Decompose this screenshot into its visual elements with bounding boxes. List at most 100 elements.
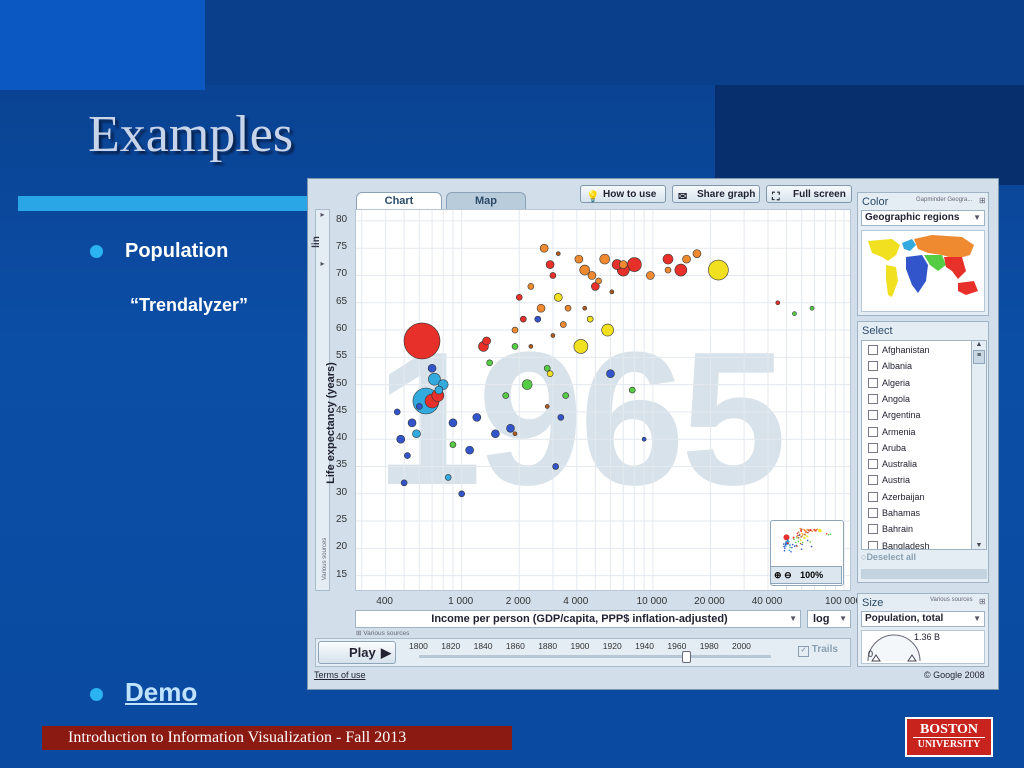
country-bubble[interactable] [557, 414, 565, 421]
country-bubble[interactable] [549, 272, 557, 279]
country-list[interactable]: Afghanistan Albania Algeria Angola Argentina… [861, 340, 987, 550]
country-list-item[interactable]: Azerbaijan [866, 490, 925, 505]
country-bubble[interactable] [582, 305, 588, 311]
country-bubble[interactable] [775, 300, 781, 306]
x-axis-indicator-dropdown[interactable]: Income per person (GDP/capita, PPP$ infl… [355, 610, 801, 628]
country-bubble[interactable] [574, 254, 584, 264]
y-scale-toggle[interactable]: lin [311, 232, 333, 252]
country-bubble[interactable] [692, 249, 702, 258]
country-bubble[interactable] [682, 254, 691, 264]
size-legend[interactable]: 1.36 B 0 [861, 630, 985, 664]
country-bubble[interactable] [515, 294, 523, 301]
terms-of-use-link[interactable]: Terms of use [314, 670, 366, 680]
country-bubble[interactable] [646, 271, 655, 280]
country-bubble[interactable] [396, 434, 406, 444]
country-bubble[interactable] [543, 364, 551, 372]
country-bubble[interactable] [599, 253, 611, 265]
country-list-item[interactable]: Argentina [866, 408, 921, 423]
country-list-item[interactable]: Afghanistan [866, 343, 930, 358]
country-bubble[interactable] [562, 392, 570, 399]
country-bubble[interactable] [506, 423, 515, 433]
country-bubble[interactable] [444, 474, 452, 481]
timeline-slider-handle[interactable] [682, 651, 692, 663]
scroll-down-icon[interactable]: ▼ [972, 542, 986, 549]
checkbox-icon[interactable] [868, 377, 878, 388]
country-bubble[interactable] [404, 452, 411, 459]
scroll-up-icon[interactable]: ▲ [972, 341, 986, 348]
country-bubble[interactable] [427, 363, 437, 373]
demo-link[interactable]: Demo [125, 677, 197, 708]
country-bubble[interactable] [412, 429, 421, 439]
checkbox-icon[interactable] [868, 540, 878, 549]
checkbox-icon[interactable] [868, 410, 878, 421]
checkbox-icon[interactable] [868, 508, 878, 518]
country-bubble[interactable] [511, 343, 519, 350]
scroll-thumb[interactable]: ≡ [973, 350, 985, 364]
country-bubble[interactable] [601, 323, 614, 337]
country-bubble[interactable] [465, 445, 474, 455]
country-bubble[interactable] [400, 479, 408, 487]
chart-plot-area[interactable]: 1965 ⊕ ⊖ 100% [355, 209, 851, 591]
size-dropdown[interactable]: Population, total ▼ [861, 611, 985, 627]
country-bubble[interactable] [486, 359, 493, 367]
full-screen-button[interactable]: ⛶ Full screen [766, 185, 852, 203]
y-arrow-icon-2[interactable]: ▸ [316, 259, 329, 271]
country-bubble[interactable] [560, 321, 567, 328]
country-list-item[interactable]: Bangladesh [866, 539, 930, 549]
country-bubble[interactable] [539, 243, 549, 253]
list-scrollbar[interactable]: ▲ ≡ ▼ [971, 341, 986, 549]
country-list-item[interactable]: Bahrain [866, 522, 913, 537]
deselect-all-button[interactable]: ○Deselect all [861, 552, 987, 566]
country-bubble[interactable] [595, 277, 602, 285]
checkbox-icon[interactable] [868, 491, 878, 502]
country-bubble[interactable] [403, 322, 441, 360]
checkbox-icon[interactable] [868, 345, 878, 355]
country-list-item[interactable]: Bahamas [866, 506, 920, 521]
country-bubble[interactable] [544, 404, 550, 409]
country-list-item[interactable]: Angola [866, 392, 910, 407]
country-bubble[interactable] [809, 305, 815, 311]
checkbox-icon[interactable] [868, 426, 878, 437]
play-button[interactable]: Play ▶ [318, 641, 396, 664]
country-bubble[interactable] [555, 251, 561, 256]
checkbox-icon[interactable] [868, 475, 878, 486]
country-bubble[interactable] [521, 379, 533, 390]
share-graph-button[interactable]: ✉ Share graph [672, 185, 760, 203]
country-bubble[interactable] [512, 431, 518, 437]
country-list-item[interactable]: Albania [866, 359, 912, 374]
country-bubble[interactable] [618, 260, 628, 269]
country-bubble[interactable] [491, 429, 500, 439]
country-bubble[interactable] [662, 253, 674, 265]
country-bubble[interactable] [448, 418, 458, 428]
y-arrow-icon[interactable]: ▸ [316, 210, 329, 222]
country-bubble[interactable] [527, 283, 535, 290]
country-bubble[interactable] [449, 441, 457, 448]
country-bubble[interactable] [536, 303, 546, 313]
color-dropdown[interactable]: Geographic regions ▼ [861, 210, 985, 226]
country-bubble[interactable] [458, 490, 465, 498]
country-bubble[interactable] [472, 413, 482, 422]
country-bubble[interactable] [641, 436, 647, 442]
country-list-item[interactable]: Aruba [866, 441, 906, 456]
country-list-item[interactable]: Austria [866, 473, 910, 488]
checkbox-icon[interactable] [868, 393, 878, 404]
region-map[interactable] [861, 230, 985, 312]
country-bubble[interactable] [534, 315, 542, 323]
country-bubble[interactable] [528, 344, 534, 349]
country-bubble[interactable] [587, 271, 597, 280]
country-bubble[interactable] [550, 333, 556, 338]
zoom-in-icon[interactable]: ⊕ [774, 570, 782, 580]
country-bubble[interactable] [606, 369, 615, 379]
country-list-item[interactable]: Australia [866, 457, 917, 472]
country-bubble[interactable] [545, 260, 555, 269]
country-bubble[interactable] [546, 370, 554, 378]
country-bubble[interactable] [415, 403, 423, 410]
country-bubble[interactable] [573, 339, 589, 354]
trails-checkbox[interactable]: ✓ Trails [798, 644, 838, 657]
country-bubble[interactable] [393, 408, 401, 416]
zoom-out-icon[interactable]: ⊖ [784, 570, 792, 580]
country-bubble[interactable] [792, 311, 797, 316]
checkbox-icon[interactable] [868, 442, 878, 453]
country-list-item[interactable]: Algeria [866, 376, 910, 391]
checkbox-icon[interactable] [868, 459, 878, 470]
